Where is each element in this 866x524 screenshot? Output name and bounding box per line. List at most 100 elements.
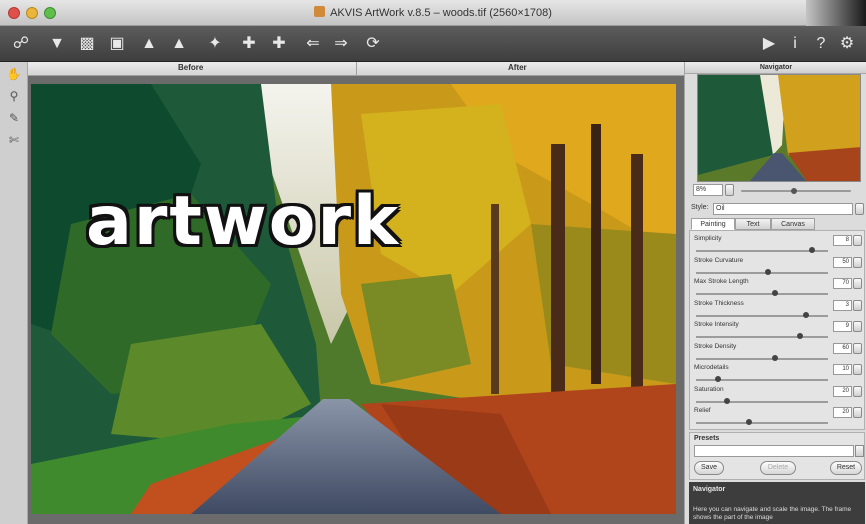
parameter-row: Max Stroke Length 70	[692, 278, 864, 300]
parameter-slider-track[interactable]	[696, 422, 828, 424]
zoom-slider-knob[interactable]	[791, 188, 797, 194]
tab-text[interactable]: Text	[735, 218, 771, 230]
parameter-row: Stroke Intensity 9	[692, 321, 864, 343]
zoom-row: 8%	[691, 183, 863, 197]
parameter-slider-knob[interactable]	[796, 333, 803, 339]
parameter-stepper[interactable]	[853, 278, 862, 289]
parameter-row: Relief 20	[692, 407, 864, 429]
parameter-row: Stroke Thickness 3	[692, 299, 864, 322]
help-title: Navigator	[693, 486, 726, 493]
parameter-value-input[interactable]: 50	[833, 256, 852, 268]
parameters-panel: Simplicity 8 Stroke Curvature 50 Max Stroke …	[689, 230, 865, 430]
parameter-slider-knob[interactable]	[803, 311, 810, 318]
reset-icon[interactable]: ⟳	[362, 33, 384, 55]
parameter-stepper[interactable]	[853, 299, 862, 311]
style-label: Style:	[691, 204, 709, 211]
parameter-row: Microdetails 10	[692, 364, 864, 386]
brush-tool-icon[interactable]: ✎	[6, 110, 22, 126]
print-icon[interactable]: ▩	[76, 33, 98, 55]
tab-before[interactable]: Before	[178, 63, 203, 72]
image-canvas[interactable]: artwork	[28, 76, 684, 524]
parameter-slider-track[interactable]	[696, 293, 828, 295]
presets-label: Presets	[694, 435, 720, 442]
title-bar: AKVIS ArtWork v.8.5 – woods.tif (2560×17…	[0, 0, 866, 26]
delete-preset-button[interactable]: Delete	[760, 461, 796, 475]
import-icon[interactable]: ▲	[168, 33, 190, 55]
parameter-stepper[interactable]	[853, 407, 862, 418]
hand-tool-icon[interactable]: ✋	[6, 66, 22, 82]
parameter-label: Stroke Intensity	[694, 321, 739, 328]
parameter-stepper[interactable]	[853, 321, 862, 332]
stamp-icon[interactable]: ▲	[138, 33, 160, 55]
zoom-input[interactable]: 8%	[693, 184, 723, 196]
parameter-value-input[interactable]: 3	[833, 299, 852, 311]
redo-icon[interactable]: ⇒	[330, 33, 352, 55]
window-title: AKVIS ArtWork v.8.5 – woods.tif (2560×17…	[0, 6, 866, 19]
parameter-slider-knob[interactable]	[771, 354, 778, 361]
style-select-arrow[interactable]	[855, 203, 864, 215]
parameter-value-input[interactable]: 9	[833, 321, 852, 332]
parameter-slider-knob[interactable]	[723, 397, 730, 404]
parameter-value-input[interactable]: 20	[833, 385, 852, 397]
parameter-label: Max Stroke Length	[694, 278, 749, 285]
open-icon[interactable]: ☍	[8, 33, 34, 55]
parameter-value-input[interactable]: 20	[833, 407, 852, 418]
help-icon[interactable]: ?	[810, 33, 832, 55]
presets-select[interactable]	[694, 445, 854, 457]
save-icon[interactable]: ▼	[46, 33, 68, 55]
parameter-stepper[interactable]	[853, 235, 862, 246]
parameter-value-input[interactable]: 70	[833, 278, 852, 289]
parameter-slider-knob[interactable]	[809, 247, 816, 253]
parameter-slider-track[interactable]	[696, 357, 828, 360]
window-title-text: AKVIS ArtWork v.8.5 – woods.tif (2560×17…	[330, 7, 552, 19]
parameter-slider-knob[interactable]	[746, 419, 753, 425]
painting-image	[31, 84, 676, 514]
parameter-stepper[interactable]	[853, 256, 862, 268]
tab-canvas[interactable]: Canvas	[771, 218, 815, 230]
settings-panel: Navigator 8% Style: Oil Painting Text Ca…	[684, 62, 866, 524]
parameter-label: Stroke Density	[694, 342, 737, 350]
parameter-value-input[interactable]: 60	[833, 342, 852, 354]
eraser-tool-icon[interactable]: ✄	[6, 132, 22, 148]
info-icon[interactable]: i	[784, 33, 806, 55]
parameter-stepper[interactable]	[853, 342, 862, 354]
parameter-row: Simplicity 8	[692, 235, 864, 257]
parameter-value-input[interactable]: 10	[833, 364, 852, 375]
style-select[interactable]: Oil	[713, 203, 853, 215]
undo-icon[interactable]: ⇐	[302, 33, 324, 55]
parameter-slider-knob[interactable]	[765, 268, 772, 275]
reset-preset-button[interactable]: Reset	[830, 461, 862, 475]
share-icon[interactable]: ▣	[106, 33, 128, 55]
settings-icon[interactable]: ✦	[204, 33, 226, 55]
zoom-stepper[interactable]	[725, 184, 734, 196]
parameter-slider-knob[interactable]	[714, 376, 721, 382]
main-toolbar: ☍ ▼ ▩ ▣ ▲ ▲ ✦ ✚ ✚ ⇐ ⇒ ⟳ ▶ i ? ⚙	[0, 26, 866, 62]
zoom-tool-icon[interactable]: ⚲	[6, 88, 22, 104]
document-icon	[314, 6, 326, 17]
parameter-slider-knob[interactable]	[771, 290, 778, 296]
parameter-label: Stroke Curvature	[694, 256, 744, 264]
settings-tabs: Painting Text Canvas	[689, 218, 865, 230]
desktop-corner	[806, 0, 866, 26]
stamp2-icon[interactable]: ✚	[268, 33, 290, 55]
parameter-slider-track[interactable]	[696, 250, 828, 252]
save-preset-button[interactable]: Save	[694, 461, 724, 475]
parameter-value-input[interactable]: 8	[833, 235, 852, 246]
presets-select-arrow[interactable]	[855, 445, 864, 457]
run-icon[interactable]: ▶	[758, 33, 780, 55]
parameter-slider-track[interactable]	[696, 400, 828, 403]
gear-icon[interactable]: ⚙	[836, 33, 858, 55]
parameter-row: Stroke Density 60	[692, 342, 864, 365]
parameter-stepper[interactable]	[853, 385, 862, 397]
parameter-slider-track[interactable]	[696, 271, 828, 274]
style-row: Style: Oil	[689, 202, 865, 216]
parameter-stepper[interactable]	[853, 364, 862, 375]
export-icon[interactable]: ✚	[238, 33, 260, 55]
tab-divider	[356, 62, 357, 76]
parameter-slider-track[interactable]	[696, 336, 828, 338]
help-text: Here you can navigate and scale the imag…	[693, 506, 852, 521]
tab-painting[interactable]: Painting	[691, 218, 735, 230]
tab-after[interactable]: After	[508, 63, 527, 72]
navigator-thumbnail[interactable]	[697, 74, 861, 182]
navigator-title: Navigator	[685, 62, 866, 74]
